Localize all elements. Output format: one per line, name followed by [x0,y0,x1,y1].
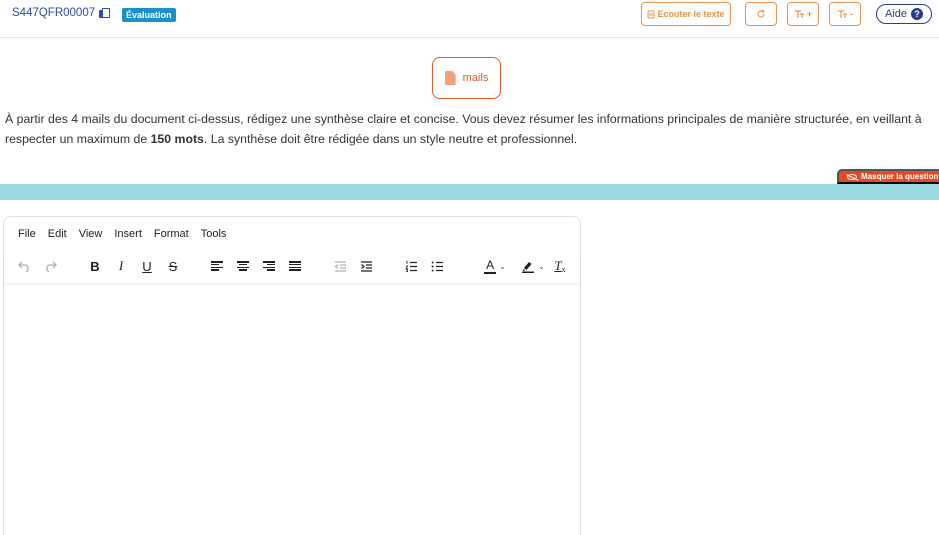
editor-menubar: File Edit View Insert Format Tools [18,228,226,240]
help-label: Aide [884,8,908,20]
bold-icon[interactable]: B [88,257,102,275]
decrease-font-button[interactable]: - [829,2,861,26]
indent-icon[interactable] [359,257,373,275]
align-center-icon[interactable] [236,257,250,275]
hide-question-button[interactable]: Masquer la question [837,169,939,184]
instructions-word-limit: 150 mots [150,131,204,146]
highlight-icon[interactable]: ⌄ [516,257,550,275]
menu-insert[interactable]: Insert [114,228,142,240]
file-icon [444,71,456,85]
menu-format[interactable]: Format [154,228,189,240]
listen-button[interactable]: Ecouter le texte [641,2,731,26]
numbered-list-icon[interactable] [404,257,418,275]
increase-font-button[interactable]: + [787,2,819,26]
undo-icon[interactable] [16,257,32,275]
question-instructions: À partir des 4 mails du document ci-dess… [5,110,935,149]
menu-edit[interactable]: Edit [48,228,67,240]
question-id: S447QFR00007 [12,7,111,19]
font-size-icon [794,10,804,18]
speaker-icon [647,10,655,18]
copy-icon[interactable] [99,7,111,19]
help-button[interactable]: Aide ? [876,4,932,24]
question-id-text: S447QFR00007 [12,7,96,19]
italic-icon[interactable]: I [114,257,128,275]
text-color-glyph: A [486,257,495,272]
decrease-font-label: - [850,9,853,19]
outdent-icon[interactable] [333,257,347,275]
separator-band [0,184,939,200]
top-bar: S447QFR00007 Évaluation Ecouter le texte… [0,0,939,38]
document-label: mails [462,72,489,84]
reset-button[interactable] [745,2,777,26]
eye-off-icon [847,173,857,180]
editor-content-area[interactable] [4,285,580,535]
hide-question-label: Masquer la question [861,172,939,181]
help-icon: ? [911,8,924,20]
document-mails-button[interactable]: mails [432,57,501,99]
clear-format-glyph: T [554,258,562,273]
increase-font-label: + [806,9,813,19]
menu-tools[interactable]: Tools [201,228,227,240]
align-justify-icon[interactable] [288,257,302,275]
font-size-icon [838,10,847,18]
chevron-down-icon: ⌄ [499,261,506,271]
align-right-icon[interactable] [262,257,276,275]
listen-label: Ecouter le texte [657,9,725,19]
align-left-icon[interactable] [210,257,224,275]
strikethrough-icon[interactable]: S [166,257,180,275]
instructions-part2: . La synthèse doit être rédigée dans un … [203,131,578,146]
status-badge: Évaluation [122,8,176,22]
chevron-down-icon: ⌄ [538,261,545,271]
editor-toolbar: B I U S A ⌄ ⌄ Tx [4,253,580,283]
clear-format-icon[interactable]: Tx [552,257,568,275]
underline-icon[interactable]: U [140,257,154,275]
bullet-list-icon[interactable] [430,257,444,275]
text-color-icon[interactable]: A ⌄ [478,257,512,275]
menu-file[interactable]: File [18,228,36,240]
rich-text-editor: File Edit View Insert Format Tools B I U… [3,216,581,535]
menu-view[interactable]: View [79,228,103,240]
refresh-icon [757,9,765,18]
redo-icon[interactable] [42,257,58,275]
